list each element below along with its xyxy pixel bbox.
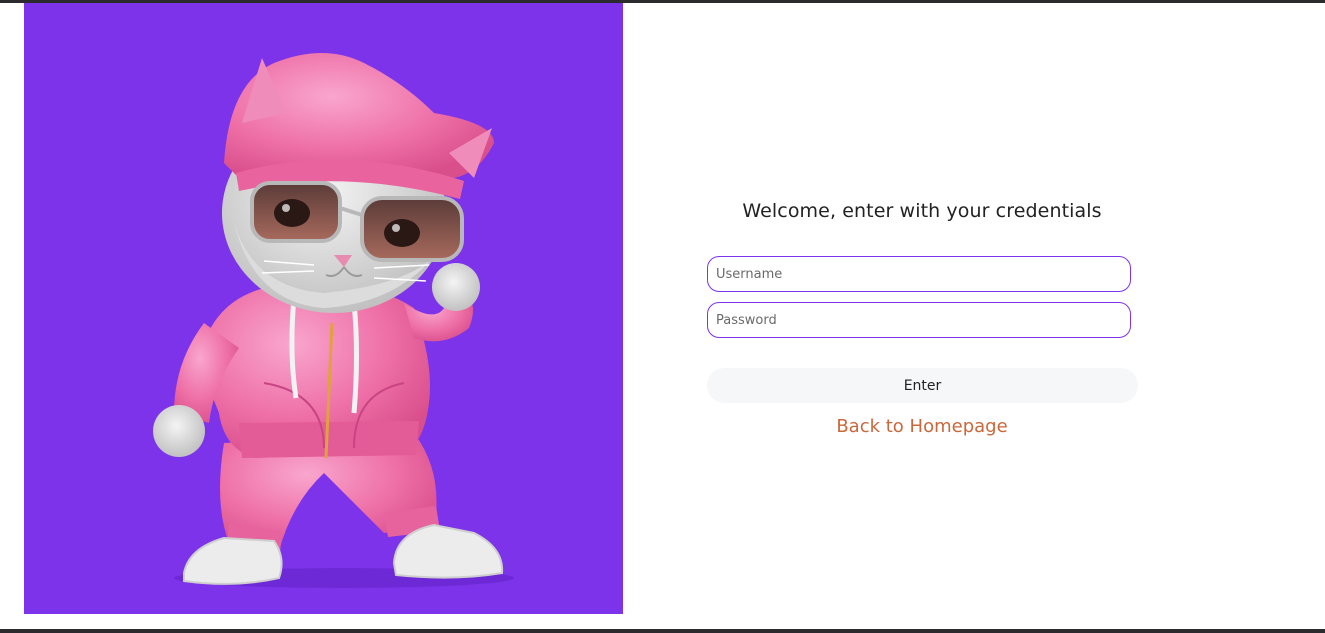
password-input[interactable] [707,302,1131,338]
enter-button[interactable]: Enter [707,368,1138,403]
username-input[interactable] [707,256,1131,292]
cat-character-illustration [153,53,514,588]
window-bottom-border [0,629,1325,633]
back-to-homepage-link[interactable]: Back to Homepage [706,416,1138,437]
hero-image-panel [24,3,623,614]
welcome-heading: Welcome, enter with your credentials [742,200,1102,222]
